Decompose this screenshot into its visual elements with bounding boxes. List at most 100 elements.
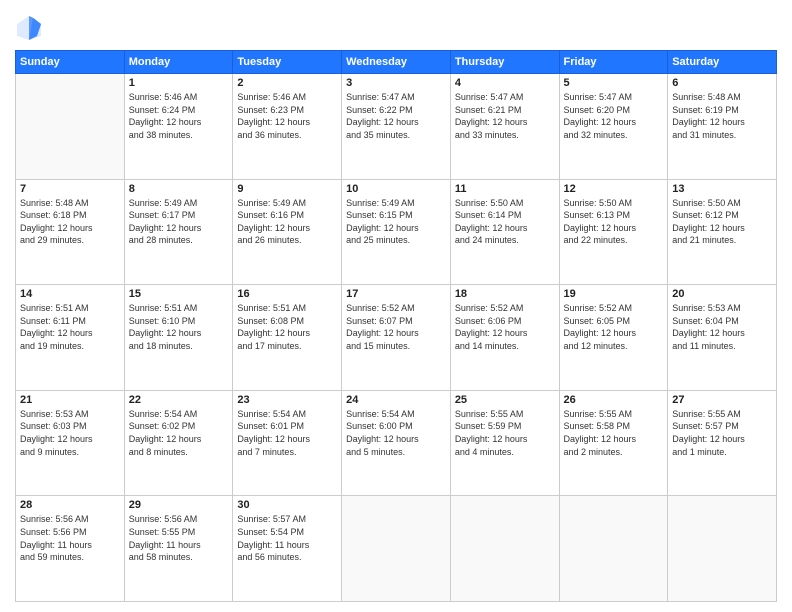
- day-info: Sunrise: 5:54 AM Sunset: 6:01 PM Dayligh…: [237, 408, 337, 458]
- header: [15, 10, 777, 42]
- calendar-cell: 6 Sunrise: 5:48 AM Sunset: 6:19 PM Daylig…: [668, 74, 777, 180]
- day-number: 5: [564, 77, 664, 89]
- day-info: Sunrise: 5:52 AM Sunset: 6:07 PM Dayligh…: [346, 302, 446, 352]
- calendar-cell: 15 Sunrise: 5:51 AM Sunset: 6:10 PM Dayli…: [124, 285, 233, 391]
- day-number: 7: [20, 183, 120, 195]
- calendar-cell: 3 Sunrise: 5:47 AM Sunset: 6:22 PM Daylig…: [342, 74, 451, 180]
- day-info: Sunrise: 5:47 AM Sunset: 6:20 PM Dayligh…: [564, 91, 664, 141]
- calendar-cell: 30 Sunrise: 5:57 AM Sunset: 5:54 PM Dayli…: [233, 496, 342, 602]
- weekday-header: Thursday: [450, 51, 559, 74]
- calendar-cell: 26 Sunrise: 5:55 AM Sunset: 5:58 PM Dayli…: [559, 390, 668, 496]
- calendar-cell: 27Sunrise: 5:55 AM Sunset: 5:57 PM Dayli…: [668, 390, 777, 496]
- calendar-week-row: 14 Sunrise: 5:51 AM Sunset: 6:11 PM Dayli…: [16, 285, 777, 391]
- day-info: Sunrise: 5:49 AM Sunset: 6:16 PM Dayligh…: [237, 197, 337, 247]
- calendar-cell: 20Sunrise: 5:53 AM Sunset: 6:04 PM Dayli…: [668, 285, 777, 391]
- day-info: Sunrise: 5:49 AM Sunset: 6:17 PM Dayligh…: [129, 197, 229, 247]
- weekday-header: Saturday: [668, 51, 777, 74]
- day-number: 25: [455, 394, 555, 406]
- day-info: Sunrise: 5:55 AM Sunset: 5:59 PM Dayligh…: [455, 408, 555, 458]
- calendar-cell: 14 Sunrise: 5:51 AM Sunset: 6:11 PM Dayli…: [16, 285, 125, 391]
- day-number: 11: [455, 183, 555, 195]
- logo-icon: [15, 14, 43, 42]
- calendar-cell: [559, 496, 668, 602]
- calendar-week-row: 7 Sunrise: 5:48 AM Sunset: 6:18 PM Daylig…: [16, 179, 777, 285]
- calendar-cell: 10 Sunrise: 5:49 AM Sunset: 6:15 PM Dayli…: [342, 179, 451, 285]
- weekday-header-row: SundayMondayTuesdayWednesdayThursdayFrid…: [16, 51, 777, 74]
- calendar-cell: 1 Sunrise: 5:46 AM Sunset: 6:24 PM Daylig…: [124, 74, 233, 180]
- day-info: Sunrise: 5:56 AM Sunset: 5:55 PM Dayligh…: [129, 513, 229, 563]
- day-number: 9: [237, 183, 337, 195]
- day-info: Sunrise: 5:57 AM Sunset: 5:54 PM Dayligh…: [237, 513, 337, 563]
- day-info: Sunrise: 5:53 AM Sunset: 6:04 PM Dayligh…: [672, 302, 772, 352]
- calendar-cell: [450, 496, 559, 602]
- calendar-cell: 23Sunrise: 5:54 AM Sunset: 6:01 PM Dayli…: [233, 390, 342, 496]
- day-number: 18: [455, 288, 555, 300]
- weekday-header: Friday: [559, 51, 668, 74]
- day-number: 16: [237, 288, 337, 300]
- calendar-week-row: 21Sunrise: 5:53 AM Sunset: 6:03 PM Dayli…: [16, 390, 777, 496]
- day-info: Sunrise: 5:50 AM Sunset: 6:12 PM Dayligh…: [672, 197, 772, 247]
- calendar-cell: 21Sunrise: 5:53 AM Sunset: 6:03 PM Dayli…: [16, 390, 125, 496]
- day-number: 4: [455, 77, 555, 89]
- day-number: 19: [564, 288, 664, 300]
- day-number: 1: [129, 77, 229, 89]
- calendar-cell: 19Sunrise: 5:52 AM Sunset: 6:05 PM Dayli…: [559, 285, 668, 391]
- calendar-cell: 22 Sunrise: 5:54 AM Sunset: 6:02 PM Dayli…: [124, 390, 233, 496]
- calendar-cell: [342, 496, 451, 602]
- calendar-cell: 18 Sunrise: 5:52 AM Sunset: 6:06 PM Dayli…: [450, 285, 559, 391]
- calendar-cell: 28Sunrise: 5:56 AM Sunset: 5:56 PM Dayli…: [16, 496, 125, 602]
- day-info: Sunrise: 5:50 AM Sunset: 6:13 PM Dayligh…: [564, 197, 664, 247]
- page: SundayMondayTuesdayWednesdayThursdayFrid…: [0, 0, 792, 612]
- day-info: Sunrise: 5:47 AM Sunset: 6:21 PM Dayligh…: [455, 91, 555, 141]
- logo: [15, 14, 47, 42]
- day-info: Sunrise: 5:47 AM Sunset: 6:22 PM Dayligh…: [346, 91, 446, 141]
- day-number: 29: [129, 499, 229, 511]
- day-number: 26: [564, 394, 664, 406]
- day-info: Sunrise: 5:50 AM Sunset: 6:14 PM Dayligh…: [455, 197, 555, 247]
- calendar-cell: 12 Sunrise: 5:50 AM Sunset: 6:13 PM Dayli…: [559, 179, 668, 285]
- day-number: 24: [346, 394, 446, 406]
- weekday-header: Monday: [124, 51, 233, 74]
- calendar-cell: 11 Sunrise: 5:50 AM Sunset: 6:14 PM Dayli…: [450, 179, 559, 285]
- day-number: 17: [346, 288, 446, 300]
- day-number: 12: [564, 183, 664, 195]
- calendar-cell: 17 Sunrise: 5:52 AM Sunset: 6:07 PM Dayli…: [342, 285, 451, 391]
- day-number: 14: [20, 288, 120, 300]
- calendar-cell: 13 Sunrise: 5:50 AM Sunset: 6:12 PM Dayli…: [668, 179, 777, 285]
- calendar-cell: 4 Sunrise: 5:47 AM Sunset: 6:21 PM Daylig…: [450, 74, 559, 180]
- day-info: Sunrise: 5:54 AM Sunset: 6:02 PM Dayligh…: [129, 408, 229, 458]
- day-info: Sunrise: 5:46 AM Sunset: 6:23 PM Dayligh…: [237, 91, 337, 141]
- day-info: Sunrise: 5:52 AM Sunset: 6:06 PM Dayligh…: [455, 302, 555, 352]
- calendar-cell: [16, 74, 125, 180]
- calendar-cell: 25 Sunrise: 5:55 AM Sunset: 5:59 PM Dayli…: [450, 390, 559, 496]
- day-info: Sunrise: 5:48 AM Sunset: 6:18 PM Dayligh…: [20, 197, 120, 247]
- day-info: Sunrise: 5:51 AM Sunset: 6:11 PM Dayligh…: [20, 302, 120, 352]
- weekday-header: Wednesday: [342, 51, 451, 74]
- calendar-week-row: 1 Sunrise: 5:46 AM Sunset: 6:24 PM Daylig…: [16, 74, 777, 180]
- day-info: Sunrise: 5:49 AM Sunset: 6:15 PM Dayligh…: [346, 197, 446, 247]
- day-info: Sunrise: 5:51 AM Sunset: 6:10 PM Dayligh…: [129, 302, 229, 352]
- day-number: 13: [672, 183, 772, 195]
- weekday-header: Tuesday: [233, 51, 342, 74]
- day-number: 30: [237, 499, 337, 511]
- day-number: 27: [672, 394, 772, 406]
- day-info: Sunrise: 5:53 AM Sunset: 6:03 PM Dayligh…: [20, 408, 120, 458]
- calendar-cell: 29 Sunrise: 5:56 AM Sunset: 5:55 PM Dayli…: [124, 496, 233, 602]
- day-info: Sunrise: 5:46 AM Sunset: 6:24 PM Dayligh…: [129, 91, 229, 141]
- calendar-cell: 5 Sunrise: 5:47 AM Sunset: 6:20 PM Daylig…: [559, 74, 668, 180]
- day-info: Sunrise: 5:56 AM Sunset: 5:56 PM Dayligh…: [20, 513, 120, 563]
- day-info: Sunrise: 5:54 AM Sunset: 6:00 PM Dayligh…: [346, 408, 446, 458]
- day-number: 10: [346, 183, 446, 195]
- day-number: 22: [129, 394, 229, 406]
- day-info: Sunrise: 5:51 AM Sunset: 6:08 PM Dayligh…: [237, 302, 337, 352]
- day-info: Sunrise: 5:55 AM Sunset: 5:58 PM Dayligh…: [564, 408, 664, 458]
- calendar-week-row: 28Sunrise: 5:56 AM Sunset: 5:56 PM Dayli…: [16, 496, 777, 602]
- calendar-cell: 8 Sunrise: 5:49 AM Sunset: 6:17 PM Daylig…: [124, 179, 233, 285]
- day-number: 15: [129, 288, 229, 300]
- day-number: 3: [346, 77, 446, 89]
- calendar-table: SundayMondayTuesdayWednesdayThursdayFrid…: [15, 50, 777, 602]
- day-info: Sunrise: 5:48 AM Sunset: 6:19 PM Dayligh…: [672, 91, 772, 141]
- calendar-cell: 16 Sunrise: 5:51 AM Sunset: 6:08 PM Dayli…: [233, 285, 342, 391]
- day-number: 6: [672, 77, 772, 89]
- day-number: 8: [129, 183, 229, 195]
